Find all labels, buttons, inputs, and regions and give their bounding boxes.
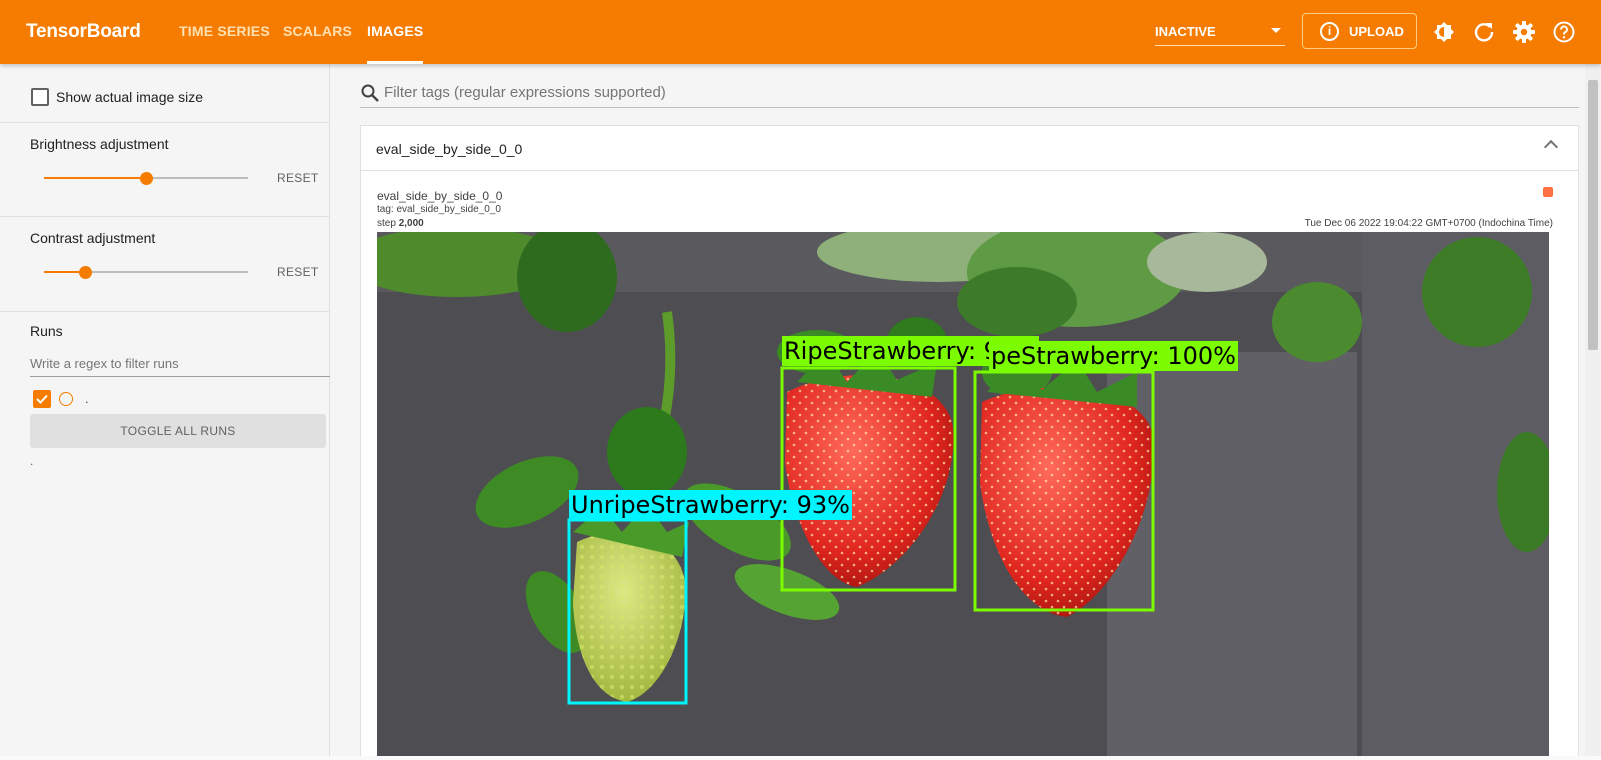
upload-button[interactable]: i UPLOAD — [1302, 13, 1417, 49]
image-name: eval_side_by_side_0_0 — [377, 189, 503, 203]
slider-thumb[interactable] — [140, 172, 153, 185]
tab-scalars[interactable]: SCALARS — [283, 23, 352, 39]
app-title: TensorBoard — [26, 21, 141, 42]
detection-label-unripe: UnripeStrawberry: 93% — [569, 490, 852, 520]
runs-filter-input[interactable]: Write a regex to filter runs — [30, 353, 330, 377]
show-actual-size-checkbox[interactable] — [31, 88, 49, 106]
tab-images[interactable]: IMAGES — [367, 23, 424, 64]
image-step: step 2,000 — [377, 218, 424, 229]
info-icon: i — [1320, 22, 1339, 41]
image-size-section: Show actual image size — [0, 64, 330, 123]
step-label: step — [377, 218, 396, 229]
run-name: . — [85, 391, 89, 406]
reload-icon[interactable] — [1472, 20, 1496, 44]
strawberry-photo — [377, 232, 1549, 760]
step-value: 2,000 — [398, 218, 424, 229]
image-tag: tag: eval_side_by_side_0_0 — [377, 204, 501, 215]
caret-down-icon — [1271, 28, 1281, 33]
top-app-bar: TensorBoard TIME SERIES SCALARS IMAGES I… — [0, 0, 1601, 64]
brightness-reset-button[interactable]: RESET — [277, 171, 319, 185]
run-color-indicator — [1543, 187, 1553, 197]
image-timestamp: Tue Dec 06 2022 19:04:22 GMT+0700 (Indoc… — [1304, 218, 1553, 229]
image-card: eval_side_by_side_0_0 eval_side_by_side_… — [360, 125, 1579, 760]
card-header[interactable]: eval_side_by_side_0_0 — [361, 126, 1578, 171]
check-icon — [36, 394, 48, 404]
bottom-edge — [0, 756, 1601, 760]
detection-image: RipeStrawberry: 98% peStrawberry: 100% U… — [377, 232, 1549, 760]
detection-label-ripe-2: peStrawberry: 100% — [989, 341, 1238, 371]
slider-thumb[interactable] — [78, 266, 92, 279]
toggle-all-runs-button[interactable]: TOGGLE ALL RUNS — [30, 414, 326, 448]
runs-footer: . — [30, 454, 34, 468]
brightness-title: Brightness adjustment — [30, 136, 169, 152]
run-checkbox[interactable] — [33, 390, 51, 408]
slider-fill — [44, 177, 146, 179]
brightness-slider[interactable] — [44, 171, 248, 185]
contrast-slider[interactable] — [44, 265, 248, 279]
contrast-reset-button[interactable]: RESET — [277, 265, 319, 279]
run-state-value: INACTIVE — [1155, 24, 1216, 39]
brightness-section: Brightness adjustment RESET — [0, 123, 330, 217]
runs-filter-placeholder: Write a regex to filter runs — [30, 356, 179, 371]
theme-icon[interactable] — [1432, 20, 1456, 44]
tab-time-series[interactable]: TIME SERIES — [179, 23, 270, 39]
show-actual-size-label: Show actual image size — [56, 89, 204, 105]
scrollbar-thumb[interactable] — [1588, 80, 1598, 350]
sidebar: Show actual image size Brightness adjust… — [0, 64, 330, 760]
help-icon[interactable] — [1552, 20, 1576, 44]
run-state-select[interactable]: INACTIVE — [1155, 14, 1285, 46]
settings-icon[interactable] — [1512, 20, 1536, 44]
search-icon — [361, 84, 379, 102]
runs-title: Runs — [30, 323, 63, 339]
contrast-title: Contrast adjustment — [30, 230, 156, 246]
upload-label: UPLOAD — [1349, 24, 1404, 39]
run-color-swatch[interactable] — [59, 392, 73, 406]
tag-filter-placeholder: Filter tags (regular expressions support… — [384, 84, 666, 101]
run-row: . — [33, 390, 113, 410]
card-title: eval_side_by_side_0_0 — [376, 141, 523, 157]
chevron-up-icon[interactable] — [1543, 139, 1559, 155]
tag-filter-input[interactable]: Filter tags (regular expressions support… — [360, 80, 1579, 108]
contrast-section: Contrast adjustment RESET — [0, 217, 330, 312]
